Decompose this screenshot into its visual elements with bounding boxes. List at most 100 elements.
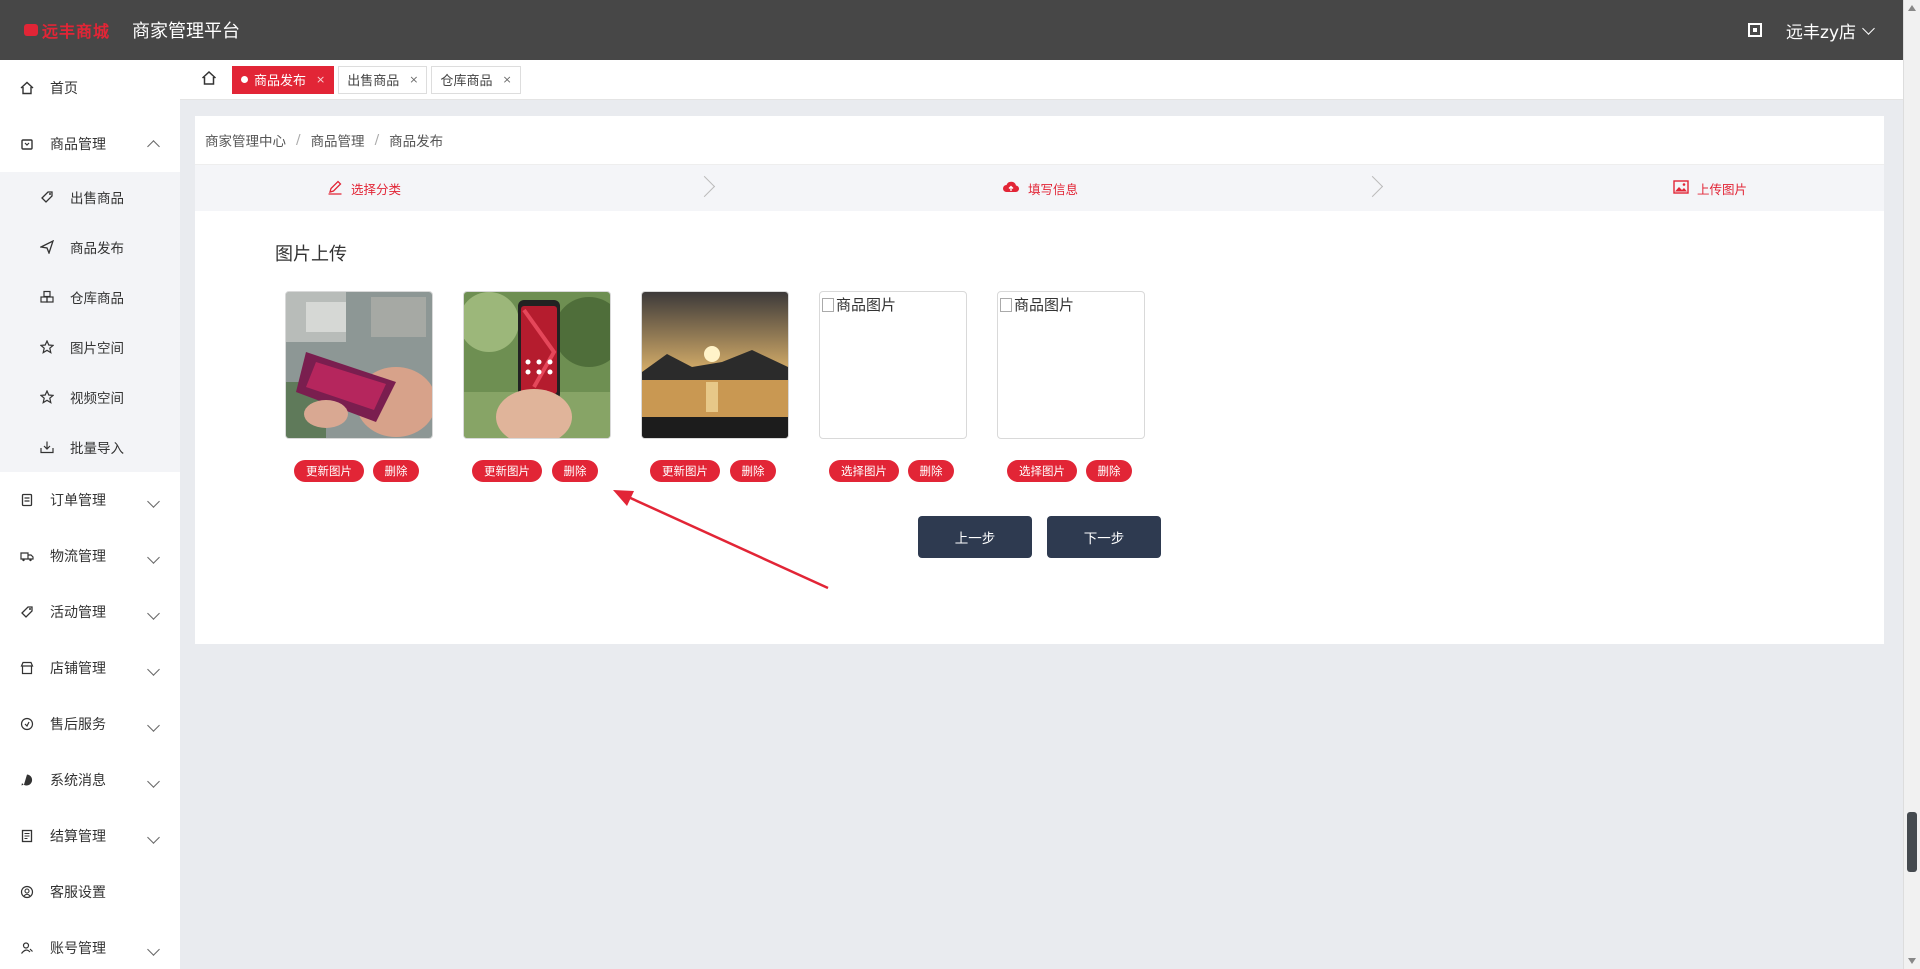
sidebar-item-label: 物流管理 — [50, 549, 106, 565]
update-image-button-3[interactable]: 更新图片 — [650, 460, 720, 482]
update-image-button-1[interactable]: 更新图片 — [294, 460, 364, 482]
send-icon — [40, 240, 54, 254]
content-card: 商家管理中心 / 商品管理 / 商品发布 选择分类 填写信息 上传图片 图片上传 — [195, 116, 1884, 644]
tab-warehouse-goods[interactable]: 仓库商品 × — [431, 65, 521, 94]
chevron-down-icon — [147, 495, 160, 508]
chevron-up-icon — [147, 140, 160, 153]
sidebar-item-shop[interactable]: 店铺管理 — [0, 640, 180, 696]
sidebar-item-goods[interactable]: 商品管理 — [0, 116, 180, 172]
step-fill-info[interactable]: 填写信息 — [1002, 179, 1078, 198]
breadcrumb-item: 商品发布 — [389, 134, 444, 150]
sidebar-item-activity[interactable]: 活动管理 — [0, 584, 180, 640]
image-thumbnail — [286, 292, 432, 438]
breadcrumb-separator: / — [296, 132, 301, 148]
sidebar-item-label: 首页 — [50, 81, 78, 97]
product-image-2[interactable] — [463, 291, 611, 439]
tab-publish-goods[interactable]: 商品发布 × — [232, 65, 335, 94]
product-image-3[interactable] — [641, 291, 789, 439]
step-upload-image[interactable]: 上传图片 — [1673, 179, 1747, 198]
step-bar: 选择分类 填写信息 上传图片 — [195, 165, 1884, 211]
chevron-down-icon — [147, 719, 160, 732]
chevron-down-icon — [147, 551, 160, 564]
sidebar-item-label: 店铺管理 — [50, 661, 106, 677]
sidebar-item-account[interactable]: 账号管理 — [0, 920, 180, 969]
image-thumbnail — [642, 292, 788, 438]
sidebar-item-batch-import[interactable]: 批量导入 — [0, 422, 180, 472]
image-thumbnail — [464, 292, 610, 438]
breadcrumb: 商家管理中心 / 商品管理 / 商品发布 — [195, 116, 1884, 165]
product-image-5[interactable]: 商品图片 — [997, 291, 1145, 439]
scroll-down-arrow-icon[interactable] — [1908, 958, 1916, 964]
cloud-upload-icon — [1002, 179, 1020, 198]
close-icon[interactable]: × — [316, 73, 325, 86]
sidebar-item-orders[interactable]: 订单管理 — [0, 472, 180, 528]
next-step-button[interactable]: 下一步 — [1047, 516, 1161, 558]
sidebar-item-label: 账号管理 — [50, 941, 106, 957]
chevron-down-icon — [147, 607, 160, 620]
close-icon[interactable]: × — [409, 73, 418, 86]
chevron-down-icon — [147, 663, 160, 676]
prev-step-button[interactable]: 上一步 — [918, 516, 1032, 558]
home-tab[interactable] — [190, 66, 228, 94]
delete-image-button-2[interactable]: 删除 — [552, 460, 598, 482]
sidebar-item-label: 结算管理 — [50, 829, 106, 845]
platform-title: 商家管理平台 — [132, 21, 241, 42]
page-scrollbar[interactable] — [1903, 0, 1920, 969]
sidebar-item-image-space[interactable]: 图片空间 — [0, 322, 180, 372]
sidebar-item-logistics[interactable]: 物流管理 — [0, 528, 180, 584]
order-icon — [20, 493, 34, 507]
sidebar-item-label: 商品管理 — [50, 137, 106, 153]
sidebar-item-label: 客服设置 — [50, 885, 106, 901]
sidebar-item-label: 仓库商品 — [70, 291, 124, 307]
alt-text: 商品图片 — [1014, 296, 1075, 314]
sidebar-item-home[interactable]: 首页 — [0, 60, 180, 116]
active-dot — [241, 76, 248, 83]
top-header: 远丰商城 商家管理平台 远丰zy店 — [0, 0, 1903, 60]
scroll-up-arrow-icon[interactable] — [1908, 5, 1916, 11]
delete-image-button-4[interactable]: 删除 — [908, 460, 954, 482]
breadcrumb-item[interactable]: 商家管理中心 — [205, 130, 286, 150]
tab-label: 仓库商品 — [440, 74, 493, 89]
product-image-1[interactable] — [285, 291, 433, 439]
select-image-button-5[interactable]: 选择图片 — [1007, 460, 1077, 482]
logo[interactable]: 远丰商城 — [24, 18, 110, 42]
scrollbar-thumb[interactable] — [1907, 812, 1917, 872]
truck-icon — [20, 549, 34, 563]
sidebar-item-after-sales[interactable]: 售后服务 — [0, 696, 180, 752]
star-icon — [40, 340, 54, 354]
sidebar-item-messages[interactable]: 系统消息 — [0, 752, 180, 808]
sidebar-item-selling-goods[interactable]: 出售商品 — [0, 172, 180, 222]
select-image-button-4[interactable]: 选择图片 — [829, 460, 899, 482]
sidebar-item-publish-goods[interactable]: 商品发布 — [0, 222, 180, 272]
step-select-category[interactable]: 选择分类 — [327, 179, 401, 198]
update-image-button-2[interactable]: 更新图片 — [472, 460, 542, 482]
sidebar: 首页 商品管理 出售商品 商品发布 仓库商品 图片空间 视频空间 批量导入 订单… — [0, 60, 180, 969]
tag-icon — [40, 190, 54, 204]
shop-icon — [20, 661, 34, 675]
breadcrumb-item[interactable]: 商品管理 — [311, 130, 365, 150]
sidebar-item-label: 批量导入 — [70, 441, 124, 457]
activity-icon — [20, 605, 34, 619]
section-title: 图片上传 — [275, 244, 347, 265]
qrcode-icon[interactable] — [1748, 23, 1763, 37]
settle-icon — [20, 829, 34, 843]
tab-selling-goods[interactable]: 出售商品 × — [338, 65, 428, 94]
chevron-down-icon — [147, 943, 160, 956]
close-icon[interactable]: × — [502, 73, 511, 86]
store-menu[interactable]: 远丰zy店 — [1786, 18, 1875, 43]
delete-image-button-5[interactable]: 删除 — [1086, 460, 1132, 482]
sidebar-item-label: 售后服务 — [50, 717, 106, 733]
product-image-4[interactable]: 商品图片 — [819, 291, 967, 439]
delete-image-button-1[interactable]: 删除 — [373, 460, 419, 482]
image-icon — [1673, 179, 1689, 197]
delete-image-button-3[interactable]: 删除 — [730, 460, 776, 482]
import-icon — [40, 440, 54, 454]
sidebar-item-warehouse-goods[interactable]: 仓库商品 — [0, 272, 180, 322]
tab-label: 出售商品 — [347, 74, 400, 89]
sidebar-item-customer-service[interactable]: 客服设置 — [0, 864, 180, 920]
star-icon — [40, 390, 54, 404]
home-icon — [20, 81, 34, 95]
logo-mark — [24, 24, 38, 36]
sidebar-item-settlement[interactable]: 结算管理 — [0, 808, 180, 864]
sidebar-item-video-space[interactable]: 视频空间 — [0, 372, 180, 422]
